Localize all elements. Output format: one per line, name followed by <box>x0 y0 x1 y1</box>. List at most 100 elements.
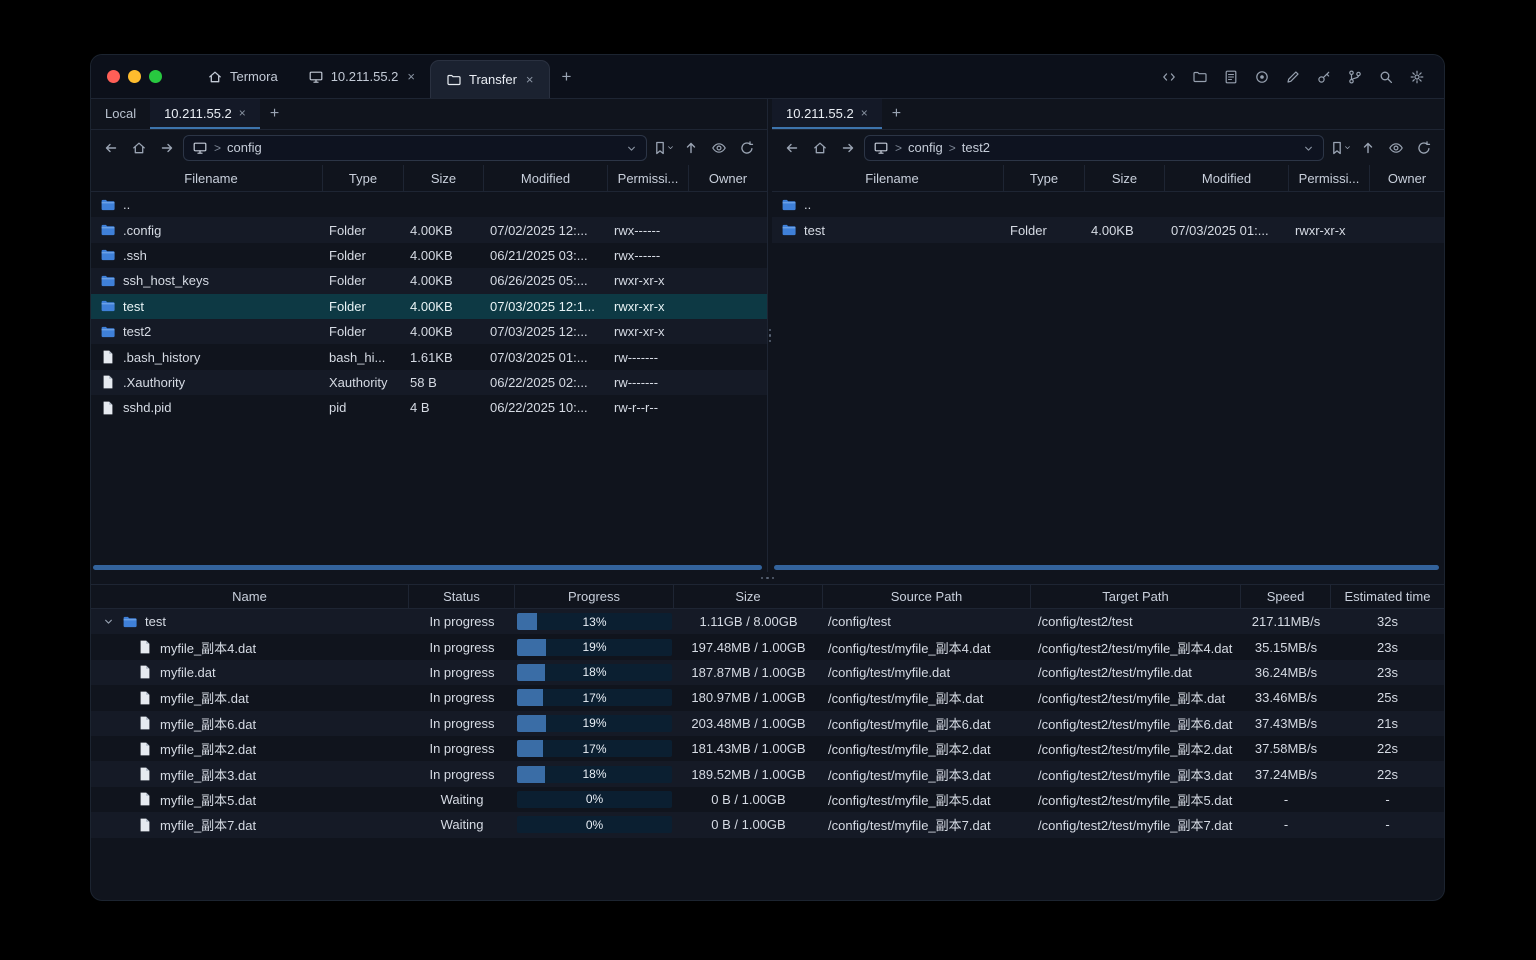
home-icon[interactable] <box>808 136 832 160</box>
transfer-row[interactable]: myfile_副本7.dat Waiting 0% 0 B / 1.00GB /… <box>91 812 1444 838</box>
transfer-name: myfile_副本6.dat <box>160 716 257 732</box>
document-icon[interactable] <box>1220 66 1242 88</box>
column-header-permissions[interactable]: Permissi... <box>1289 165 1370 191</box>
column-header-type[interactable]: Type <box>1004 165 1085 191</box>
new-pane-tab-button[interactable]: + <box>260 99 289 129</box>
column-header-type[interactable]: Type <box>323 165 404 191</box>
file-name: .config <box>123 222 162 238</box>
home-icon[interactable] <box>127 136 151 160</box>
transfer-row[interactable]: myfile_副本5.dat Waiting 0% 0 B / 1.00GB /… <box>91 787 1444 812</box>
source-path: /config/test <box>828 614 891 630</box>
close-tab-icon[interactable]: × <box>239 106 246 120</box>
horizontal-scrollbar[interactable] <box>93 565 762 570</box>
column-header-size[interactable]: Size <box>1085 165 1165 191</box>
new-pane-tab-button[interactable]: + <box>882 99 911 129</box>
back-arrow-icon[interactable] <box>780 136 804 160</box>
file-row[interactable]: sshd.pid pid 4 B 06/22/2025 10:... rw-r-… <box>91 395 767 420</box>
file-row[interactable]: test2 Folder 4.00KB 07/03/2025 12:... rw… <box>91 318 767 345</box>
pen-icon[interactable] <box>1282 66 1304 88</box>
column-header-filename[interactable]: Filename <box>772 165 1004 191</box>
breadcrumb-segment[interactable]: config <box>227 140 262 155</box>
code-icon[interactable] <box>1158 66 1180 88</box>
transfer-panel-splitter[interactable] <box>91 572 1444 584</box>
folder-icon[interactable] <box>1189 66 1211 88</box>
settings-gear-icon[interactable] <box>1406 66 1428 88</box>
branch-icon[interactable] <box>1344 66 1366 88</box>
column-header-target-path[interactable]: Target Path <box>1031 585 1241 608</box>
file-row[interactable]: .. <box>91 192 767 217</box>
pane-tab-remote[interactable]: 10.211.55.2 × <box>150 99 260 129</box>
column-header-filename[interactable]: Filename <box>91 165 323 191</box>
file-row[interactable]: .. <box>772 192 1444 217</box>
column-header-modified[interactable]: Modified <box>484 165 608 191</box>
column-header-size[interactable]: Size <box>404 165 484 191</box>
minimize-window-button[interactable] <box>128 70 141 83</box>
expand-chevron-icon[interactable] <box>101 615 115 628</box>
file-row[interactable]: .config Folder 4.00KB 07/02/2025 12:... … <box>91 217 767 243</box>
transfer-name: myfile_副本.dat <box>160 691 249 707</box>
progress-percent: 17% <box>582 690 607 705</box>
file-row[interactable]: ssh_host_keys Folder 4.00KB 06/26/2025 0… <box>91 268 767 294</box>
source-path: /config/test/myfile_副本3.dat <box>828 767 991 783</box>
transfer-row[interactable]: test In progress 13% 1.11GB / 8.00GB /co… <box>91 609 1444 635</box>
zoom-window-button[interactable] <box>149 70 162 83</box>
up-arrow-icon[interactable] <box>679 136 703 160</box>
transfer-row[interactable]: myfile_副本3.dat In progress 18% 189.52MB … <box>91 761 1444 787</box>
refresh-icon[interactable] <box>735 136 759 160</box>
chevron-down-icon[interactable] <box>1302 140 1315 155</box>
forward-arrow-icon[interactable] <box>155 136 179 160</box>
column-header-permissions[interactable]: Permissi... <box>608 165 689 191</box>
column-header-owner[interactable]: Owner <box>689 165 767 191</box>
close-tab-icon[interactable]: × <box>861 106 868 120</box>
chevron-down-icon[interactable] <box>625 140 638 155</box>
bookmark-icon[interactable] <box>651 136 675 160</box>
eye-icon[interactable] <box>1384 136 1408 160</box>
column-header-estimated-time[interactable]: Estimated time <box>1331 585 1444 608</box>
horizontal-scrollbar[interactable] <box>774 565 1439 570</box>
transfer-row[interactable]: myfile.dat In progress 18% 187.87MB / 1.… <box>91 659 1444 686</box>
app-tab-transfer[interactable]: Transfer × <box>430 60 550 98</box>
transfer-row[interactable]: myfile_副本.dat In progress 17% 180.97MB /… <box>91 685 1444 710</box>
column-header-status[interactable]: Status <box>409 585 515 608</box>
back-arrow-icon[interactable] <box>99 136 123 160</box>
column-header-source-path[interactable]: Source Path <box>823 585 1031 608</box>
file-row[interactable]: .ssh Folder 4.00KB 06/21/2025 03:... rwx… <box>91 243 767 268</box>
transfer-row[interactable]: myfile_副本6.dat In progress 19% 203.48MB … <box>91 710 1444 736</box>
pane-tab-remote[interactable]: 10.211.55.2 × <box>772 99 882 129</box>
bookmark-icon[interactable] <box>1328 136 1352 160</box>
close-tab-icon[interactable]: × <box>407 69 415 84</box>
new-app-tab-button[interactable]: + <box>550 55 584 98</box>
transfer-row[interactable]: myfile_副本2.dat In progress 17% 181.43MB … <box>91 736 1444 761</box>
search-icon[interactable] <box>1375 66 1397 88</box>
file-row-selected[interactable]: test Folder 4.00KB 07/03/2025 12:1... rw… <box>91 293 767 319</box>
left-file-pane: Local 10.211.55.2 × + > config Filename … <box>91 99 767 572</box>
column-header-name[interactable]: Name <box>91 585 409 608</box>
file-row[interactable]: test Folder 4.00KB 07/03/2025 01:... rwx… <box>772 217 1444 243</box>
estimated-time: - <box>1385 817 1390 833</box>
transfer-row[interactable]: myfile_副本4.dat In progress 19% 197.48MB … <box>91 634 1444 659</box>
eye-icon[interactable] <box>707 136 731 160</box>
column-header-modified[interactable]: Modified <box>1165 165 1289 191</box>
path-breadcrumb[interactable]: > config > test2 <box>864 134 1324 161</box>
up-arrow-icon[interactable] <box>1356 136 1380 160</box>
refresh-icon[interactable] <box>1412 136 1436 160</box>
breadcrumb-segment[interactable]: test2 <box>962 140 990 155</box>
app-tab-termora[interactable]: Termora <box>192 55 293 98</box>
column-header-progress[interactable]: Progress <box>515 585 674 608</box>
app-tab-host[interactable]: 10.211.55.2 × <box>293 55 430 98</box>
pane-tab-local[interactable]: Local <box>91 99 150 129</box>
column-header-owner[interactable]: Owner <box>1370 165 1444 191</box>
close-window-button[interactable] <box>107 70 120 83</box>
path-breadcrumb[interactable]: > config <box>183 134 647 161</box>
file-name: ssh_host_keys <box>123 273 209 289</box>
file-row[interactable]: .Xauthority Xauthority 58 B 06/22/2025 0… <box>91 369 767 396</box>
target-path: /config/test2/test/myfile_副本5.dat <box>1038 792 1233 808</box>
key-icon[interactable] <box>1313 66 1335 88</box>
close-tab-icon[interactable]: × <box>526 72 534 87</box>
record-icon[interactable] <box>1251 66 1273 88</box>
column-header-speed[interactable]: Speed <box>1241 585 1331 608</box>
file-row[interactable]: .bash_history bash_hi... 1.61KB 07/03/20… <box>91 344 767 369</box>
column-header-size[interactable]: Size <box>674 585 823 608</box>
forward-arrow-icon[interactable] <box>836 136 860 160</box>
breadcrumb-segment[interactable]: config <box>908 140 943 155</box>
